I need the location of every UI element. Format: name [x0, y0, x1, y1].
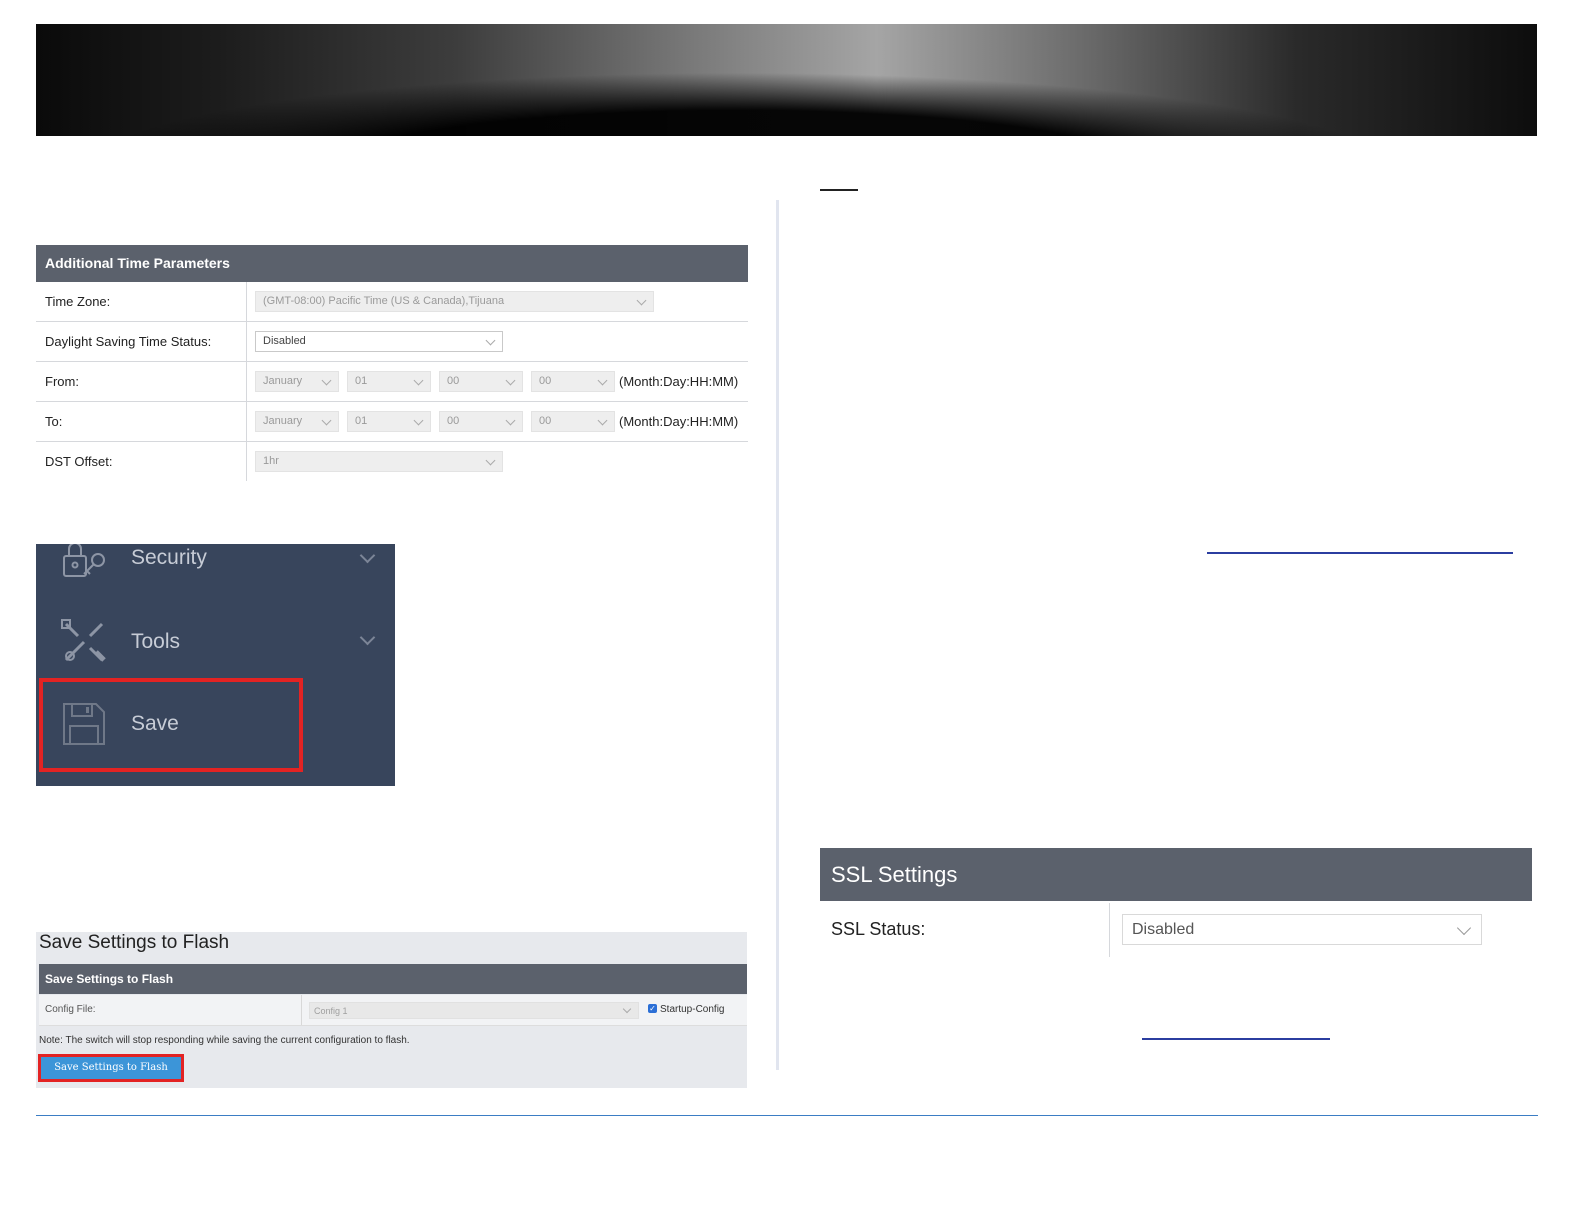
sidebar-item-label: Tools — [131, 630, 181, 653]
heading-underline — [820, 189, 858, 191]
security-lock-icon — [63, 544, 105, 577]
save-highlight-box — [39, 678, 303, 772]
to-minute-select[interactable]: 00 — [531, 411, 615, 432]
ssl-status-label: SSL Status: — [831, 919, 926, 939]
dst-status-value: Disabled — [263, 335, 306, 347]
header-banner — [36, 24, 1537, 136]
to-month-value: January — [263, 415, 303, 427]
chevron-down-icon — [321, 375, 332, 386]
link-underline — [1207, 552, 1513, 554]
sidebar-item-label: Security — [131, 546, 207, 569]
time-zone-select[interactable]: (GMT-08:00) Pacific Time (US & Canada),T… — [255, 291, 654, 312]
tools-icon — [61, 619, 106, 662]
to-day-select[interactable]: 01 — [347, 411, 431, 432]
to-month-select[interactable]: January — [255, 411, 339, 432]
ssl-settings-panel: SSL Settings SSL Status: Disabled — [820, 848, 1532, 957]
chevron-down-icon — [505, 375, 516, 386]
save-button-highlight: Save Settings to Flash — [38, 1054, 184, 1082]
save-note: Note: The switch will stop responding wh… — [39, 1035, 410, 1046]
from-hour-select[interactable]: 00 — [439, 371, 523, 392]
dst-status-select[interactable]: Disabled — [255, 331, 503, 352]
to-hour-select[interactable]: 00 — [439, 411, 523, 432]
ssl-status-select[interactable]: Disabled — [1122, 914, 1482, 945]
from-minute-value: 00 — [539, 375, 552, 387]
chevron-down-icon — [622, 1004, 632, 1014]
chevron-down-icon — [485, 335, 496, 346]
additional-time-parameters-panel: Additional Time Parameters Time Zone: (G… — [36, 245, 748, 481]
chevron-down-icon — [1456, 920, 1472, 936]
dst-status-row: Daylight Saving Time Status: Disabled — [36, 322, 748, 362]
ssl-status-value: Disabled — [1132, 921, 1195, 938]
from-month-select[interactable]: January — [255, 371, 339, 392]
chevron-down-icon — [413, 415, 424, 426]
time-zone-row: Time Zone: (GMT-08:00) Pacific Time (US … — [36, 282, 748, 322]
to-minute-value: 00 — [539, 415, 552, 427]
to-label: To: — [36, 402, 247, 441]
from-row: From: January 01 00 00 (Month:Day:HH:MM) — [36, 362, 748, 402]
config-file-select[interactable]: Config 1 — [309, 1002, 639, 1019]
time-zone-label: Time Zone: — [36, 282, 247, 321]
startup-config-label: Startup-Config — [660, 1004, 725, 1015]
ssl-status-row: SSL Status: Disabled — [820, 901, 1532, 957]
from-day-value: 01 — [355, 375, 368, 387]
dst-offset-row: DST Offset: 1hr — [36, 442, 748, 481]
to-day-value: 01 — [355, 415, 368, 427]
time-zone-value: (GMT-08:00) Pacific Time (US & Canada),T… — [263, 295, 505, 307]
config-file-row: Config File: Config 1 ✓ Startup-Config — [39, 995, 747, 1026]
from-label: From: — [36, 362, 247, 401]
sidebar-item-security[interactable]: Security — [36, 544, 395, 590]
chevron-down-icon — [359, 547, 376, 564]
chevron-down-icon — [597, 375, 608, 386]
page-title: Save Settings to Flash — [39, 932, 230, 953]
column-divider — [776, 200, 779, 1070]
from-month-value: January — [263, 375, 303, 387]
save-settings-button[interactable]: Save Settings to Flash — [41, 1057, 181, 1079]
footer-rule — [36, 1115, 1538, 1116]
cell-divider — [301, 995, 302, 1025]
from-minute-select[interactable]: 00 — [531, 371, 615, 392]
dst-status-label: Daylight Saving Time Status: — [36, 322, 247, 361]
chevron-down-icon — [505, 415, 516, 426]
dst-offset-select[interactable]: 1hr — [255, 451, 503, 472]
panel-header: Additional Time Parameters — [36, 245, 748, 282]
chevron-down-icon — [321, 415, 332, 426]
config-file-label: Config File: — [45, 1004, 96, 1015]
save-settings-panel: Save Settings to Flash Save Settings to … — [36, 932, 747, 1088]
dst-offset-value: 1hr — [263, 455, 279, 467]
startup-config-checkbox[interactable]: ✓ — [648, 1004, 657, 1013]
dst-offset-label: DST Offset: — [36, 442, 247, 481]
chevron-down-icon — [636, 295, 647, 306]
chevron-down-icon — [413, 375, 424, 386]
chevron-down-icon — [359, 629, 376, 646]
chevron-down-icon — [597, 415, 608, 426]
to-hour-value: 00 — [447, 415, 460, 427]
to-row: To: January 01 00 00 (Month:Day:HH:MM) — [36, 402, 748, 442]
chevron-down-icon — [485, 455, 496, 466]
from-unit-hint: (Month:Day:HH:MM) — [619, 374, 739, 389]
from-hour-value: 00 — [447, 375, 460, 387]
to-unit-hint: (Month:Day:HH:MM) — [619, 414, 739, 429]
config-file-value: Config 1 — [314, 1006, 348, 1016]
from-day-select[interactable]: 01 — [347, 371, 431, 392]
panel-header: SSL Settings — [820, 848, 1532, 901]
cell-divider — [1109, 903, 1110, 957]
link-underline — [1142, 1038, 1330, 1040]
panel-header: Save Settings to Flash — [39, 964, 747, 994]
sidebar-item-tools[interactable]: Tools — [36, 612, 395, 672]
